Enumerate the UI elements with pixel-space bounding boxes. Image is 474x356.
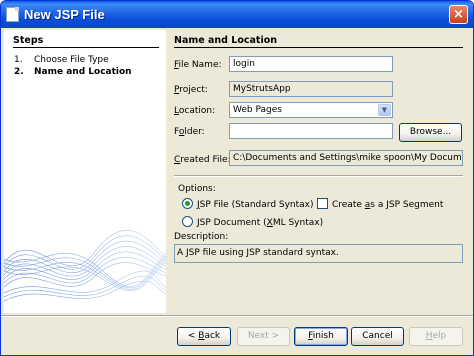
step-number: 2. (14, 67, 24, 77)
steps-panel: Steps 1. Choose File Type 2. Name and Loca… (4, 30, 166, 313)
created-file-field: C:\Documents and Settings\mike spoon\My … (229, 150, 463, 166)
title-bar[interactable]: New JSP File × (1, 1, 473, 28)
description-box: A JSP file using JSP standard syntax. (174, 244, 463, 263)
folder-label: Folder: (174, 127, 205, 137)
section-title: Name and Location (174, 35, 278, 46)
next-button[interactable]: Next > (237, 327, 290, 346)
checkbox-icon (317, 198, 328, 209)
close-button[interactable]: × (449, 5, 468, 24)
finish-button[interactable]: Finish (294, 327, 348, 346)
cancel-button[interactable]: Cancel (351, 327, 404, 346)
step-choose-file-type: 1. Choose File Type (14, 55, 109, 65)
location-select[interactable]: Web Pages ▼ (229, 102, 393, 118)
location-label: Location: (174, 106, 216, 116)
project-field: MyStrutsApp (229, 81, 393, 97)
radio-icon (182, 216, 193, 227)
chevron-down-icon[interactable]: ▼ (378, 104, 391, 116)
radio-selected-icon (182, 198, 193, 209)
steps-heading: Steps (13, 35, 44, 46)
back-button[interactable]: < Back (177, 327, 231, 346)
jsp-segment-checkbox[interactable]: Create as a JSP Segment (317, 198, 443, 210)
created-file-label: Created File: (174, 155, 231, 165)
location-value: Web Pages (233, 105, 282, 115)
step-name-and-location: 2. Name and Location (14, 67, 132, 77)
new-jsp-file-dialog: New JSP File × Steps 1. Choose File Type … (0, 0, 474, 356)
description-label: Description: (174, 232, 229, 242)
step-label: Name and Location (34, 67, 132, 77)
window-title: New JSP File (24, 7, 105, 22)
help-button[interactable]: Help (409, 327, 463, 346)
options-label: Options: (178, 184, 216, 194)
options-divider (174, 175, 463, 177)
folder-input[interactable] (229, 123, 393, 139)
step-label: Choose File Type (34, 55, 109, 65)
file-name-label: File Name: (174, 60, 222, 70)
name-and-location-panel: Name and Location File Name: login Proje… (168, 30, 471, 313)
project-label: Project: (174, 85, 208, 95)
file-name-input[interactable]: login (229, 56, 393, 72)
browse-button[interactable]: Browse... (399, 123, 462, 142)
steps-divider (13, 47, 159, 48)
section-divider (174, 47, 463, 48)
step-number: 1. (14, 55, 23, 65)
decorative-wave-graphic (4, 230, 166, 302)
document-icon (6, 7, 19, 22)
jsp-document-radio[interactable]: JSP Document (XML Syntax) (182, 216, 323, 228)
jsp-file-radio[interactable]: JSP File (Standard Syntax) (182, 198, 314, 210)
button-bar-divider (1, 315, 473, 317)
